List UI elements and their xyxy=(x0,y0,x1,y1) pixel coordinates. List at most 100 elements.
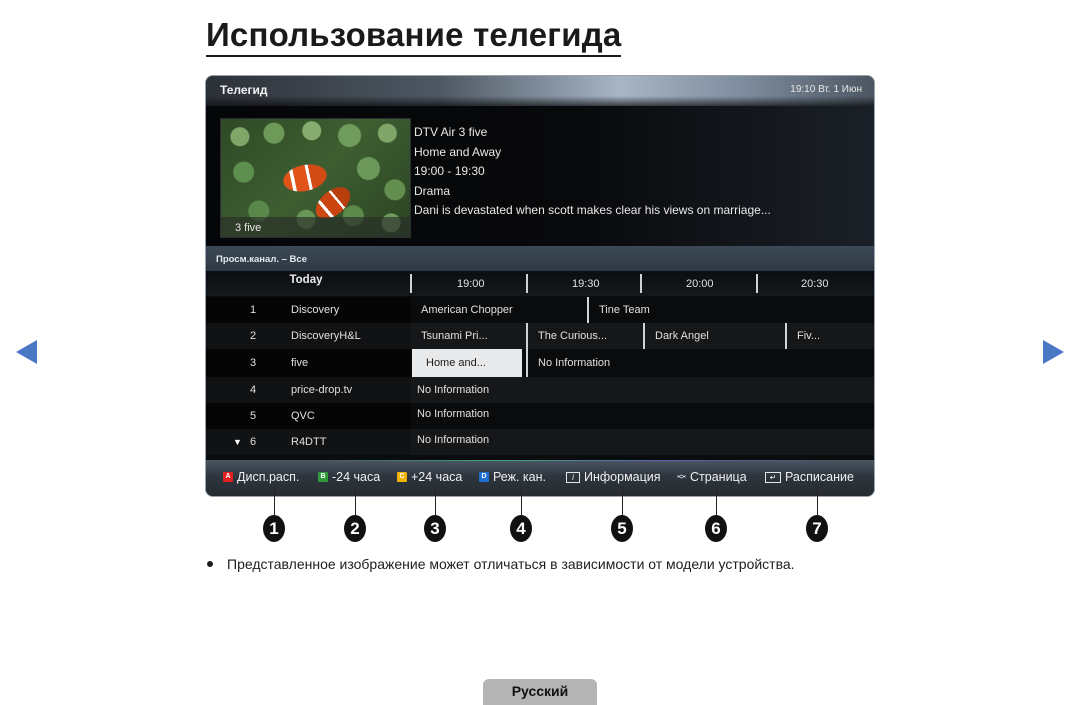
channel-cell[interactable]: 3 five xyxy=(206,349,411,377)
preview-channel: DTV Air 3 five xyxy=(414,125,488,139)
key-label: +24 часа xyxy=(411,470,463,484)
disclaimer-text: Представленное изображение может отличат… xyxy=(227,556,795,572)
key-plus-24h[interactable]: C +24 часа xyxy=(397,470,462,484)
key-label: -24 часа xyxy=(332,470,381,484)
bullet-icon xyxy=(207,561,213,568)
channel-cell[interactable]: 1 Discovery xyxy=(206,297,411,323)
green-b-button-icon: B xyxy=(318,472,328,482)
program-details: DTV Air 3 five Home and Away 19:00 - 19:… xyxy=(414,123,771,221)
program-cell[interactable]: No Information xyxy=(407,377,874,403)
preview-program: Home and Away xyxy=(414,144,502,159)
key-schedule[interactable]: ↵ Расписание xyxy=(765,470,854,484)
channel-name: QVC xyxy=(291,410,315,422)
channel-row: 1 Discovery American Chopper Tine Team xyxy=(206,297,874,323)
guide-title: Телегид xyxy=(220,83,268,97)
language-tab[interactable]: Русский xyxy=(483,679,597,705)
program-cell[interactable]: No Information xyxy=(407,403,874,429)
channel-filter-bar[interactable]: Просм.канал. – Все xyxy=(206,246,874,271)
channel-row: 5 QVC No Information xyxy=(206,403,874,429)
callout-line xyxy=(274,487,275,517)
callout-marker: 3 xyxy=(424,515,446,542)
timeline-separator xyxy=(756,274,758,293)
program-cell[interactable]: Tine Team xyxy=(587,297,874,323)
program-cell[interactable]: No Information xyxy=(526,349,874,377)
channel-row: 3 five Home and... No Information xyxy=(206,349,874,377)
yellow-c-button-icon: C xyxy=(397,472,407,482)
channel-cell[interactable]: 2 DiscoveryH&L xyxy=(206,323,411,349)
callout-marker: 2 xyxy=(344,515,366,542)
channel-cell[interactable]: 4 price-drop.tv xyxy=(206,377,411,403)
callout-line xyxy=(716,487,717,517)
timeline-slot: 19:00 xyxy=(457,278,485,290)
channel-thumbnail: 3 five xyxy=(220,118,411,238)
key-label: Расписание xyxy=(785,470,854,484)
callout-line xyxy=(435,487,436,517)
timeline-separator xyxy=(526,274,528,293)
guide-clock: 19:10 Вт. 1 Июн xyxy=(790,84,862,95)
channel-number: 4 xyxy=(249,384,257,396)
timeline-separator xyxy=(640,274,642,293)
callout-marker: 6 xyxy=(705,515,727,542)
timeline-separator xyxy=(410,274,412,293)
blue-d-button-icon: D xyxy=(479,472,489,482)
callout-marker: 1 xyxy=(263,515,285,542)
callout-marker: 4 xyxy=(510,515,532,542)
callout-marker: 7 xyxy=(806,515,828,542)
channel-cell[interactable]: 5 QVC xyxy=(206,403,411,429)
channel-cell[interactable]: ▼ 6 R4DTT xyxy=(206,429,411,455)
scroll-down-indicator-icon[interactable]: ▼ xyxy=(233,437,242,447)
program-cell[interactable]: Fiv... xyxy=(785,323,874,349)
channel-number: 5 xyxy=(249,410,257,422)
triangle-right-icon[interactable] xyxy=(1043,340,1064,364)
callout-line xyxy=(817,487,818,517)
page-up-down-icon: ︿ ﹀ xyxy=(677,469,687,485)
preview-description: Dani is devastated when scott makes clea… xyxy=(414,203,771,217)
key-information[interactable]: i Информация xyxy=(566,470,661,484)
enter-icon: ↵ xyxy=(765,471,781,483)
key-schedule-manager[interactable]: A Дисп.расп. xyxy=(223,470,299,484)
timeline-day: Today xyxy=(289,274,323,286)
program-cell-selected[interactable]: Home and... xyxy=(412,349,522,377)
key-legend-bar: A Дисп.расп. B -24 часа C +24 часа D Реж… xyxy=(206,460,874,496)
key-channel-mode[interactable]: D Реж. кан. xyxy=(479,470,546,484)
channel-name: DiscoveryH&L xyxy=(291,330,361,342)
timeline-slot: 20:00 xyxy=(686,278,714,290)
callout-line xyxy=(622,487,623,517)
preview-genre: Drama xyxy=(414,183,451,198)
key-label: Страница xyxy=(690,470,747,484)
channel-name: Discovery xyxy=(291,304,340,316)
key-minus-24h[interactable]: B -24 часа xyxy=(318,470,380,484)
key-page[interactable]: ︿ ﹀ Страница xyxy=(677,469,747,485)
callout-line xyxy=(521,487,522,517)
key-label: Реж. кан. xyxy=(493,470,546,484)
key-label: Дисп.расп. xyxy=(237,470,300,484)
key-label: Информация xyxy=(584,470,661,484)
red-a-button-icon: A xyxy=(223,472,233,482)
disclaimer-note: Представленное изображение может отличат… xyxy=(207,556,795,572)
program-cell[interactable]: Dark Angel xyxy=(643,323,785,349)
timeline-header: Today 19:00 19:30 20:00 20:30 xyxy=(206,271,874,296)
channel-name: R4DTT xyxy=(291,436,327,448)
info-icon: i xyxy=(566,471,580,483)
triangle-left-icon[interactable] xyxy=(16,340,37,364)
program-cell[interactable]: The Curious... xyxy=(526,323,643,349)
clownfish-image xyxy=(280,160,330,196)
channel-number: 2 xyxy=(249,330,257,342)
channel-name: price-drop.tv xyxy=(291,384,353,396)
program-cell[interactable]: No Information xyxy=(407,429,874,455)
channel-grid: 1 Discovery American Chopper Tine Team 2… xyxy=(206,297,874,460)
program-cell[interactable]: American Chopper xyxy=(411,297,587,323)
thumbnail-caption: 3 five xyxy=(235,222,262,234)
timeline-slot: 20:30 xyxy=(801,278,829,290)
preview-time: 19:00 - 19:30 xyxy=(414,164,485,178)
channel-row: 4 price-drop.tv No Information xyxy=(206,377,874,403)
channel-filter-label: Просм.канал. – Все xyxy=(216,254,307,265)
program-preview: 3 five DTV Air 3 five Home and Away 19:0… xyxy=(206,106,874,246)
channel-number: 3 xyxy=(249,357,257,369)
channel-name: five xyxy=(291,357,309,369)
program-cell[interactable]: Tsunami Pri... xyxy=(411,323,526,349)
callout-marker: 5 xyxy=(611,515,633,542)
tv-guide-screen: Телегид 19:10 Вт. 1 Июн 3 five DTV Air 3… xyxy=(206,76,874,496)
callout-line xyxy=(355,487,356,517)
timeline-slot: 19:30 xyxy=(572,278,600,290)
